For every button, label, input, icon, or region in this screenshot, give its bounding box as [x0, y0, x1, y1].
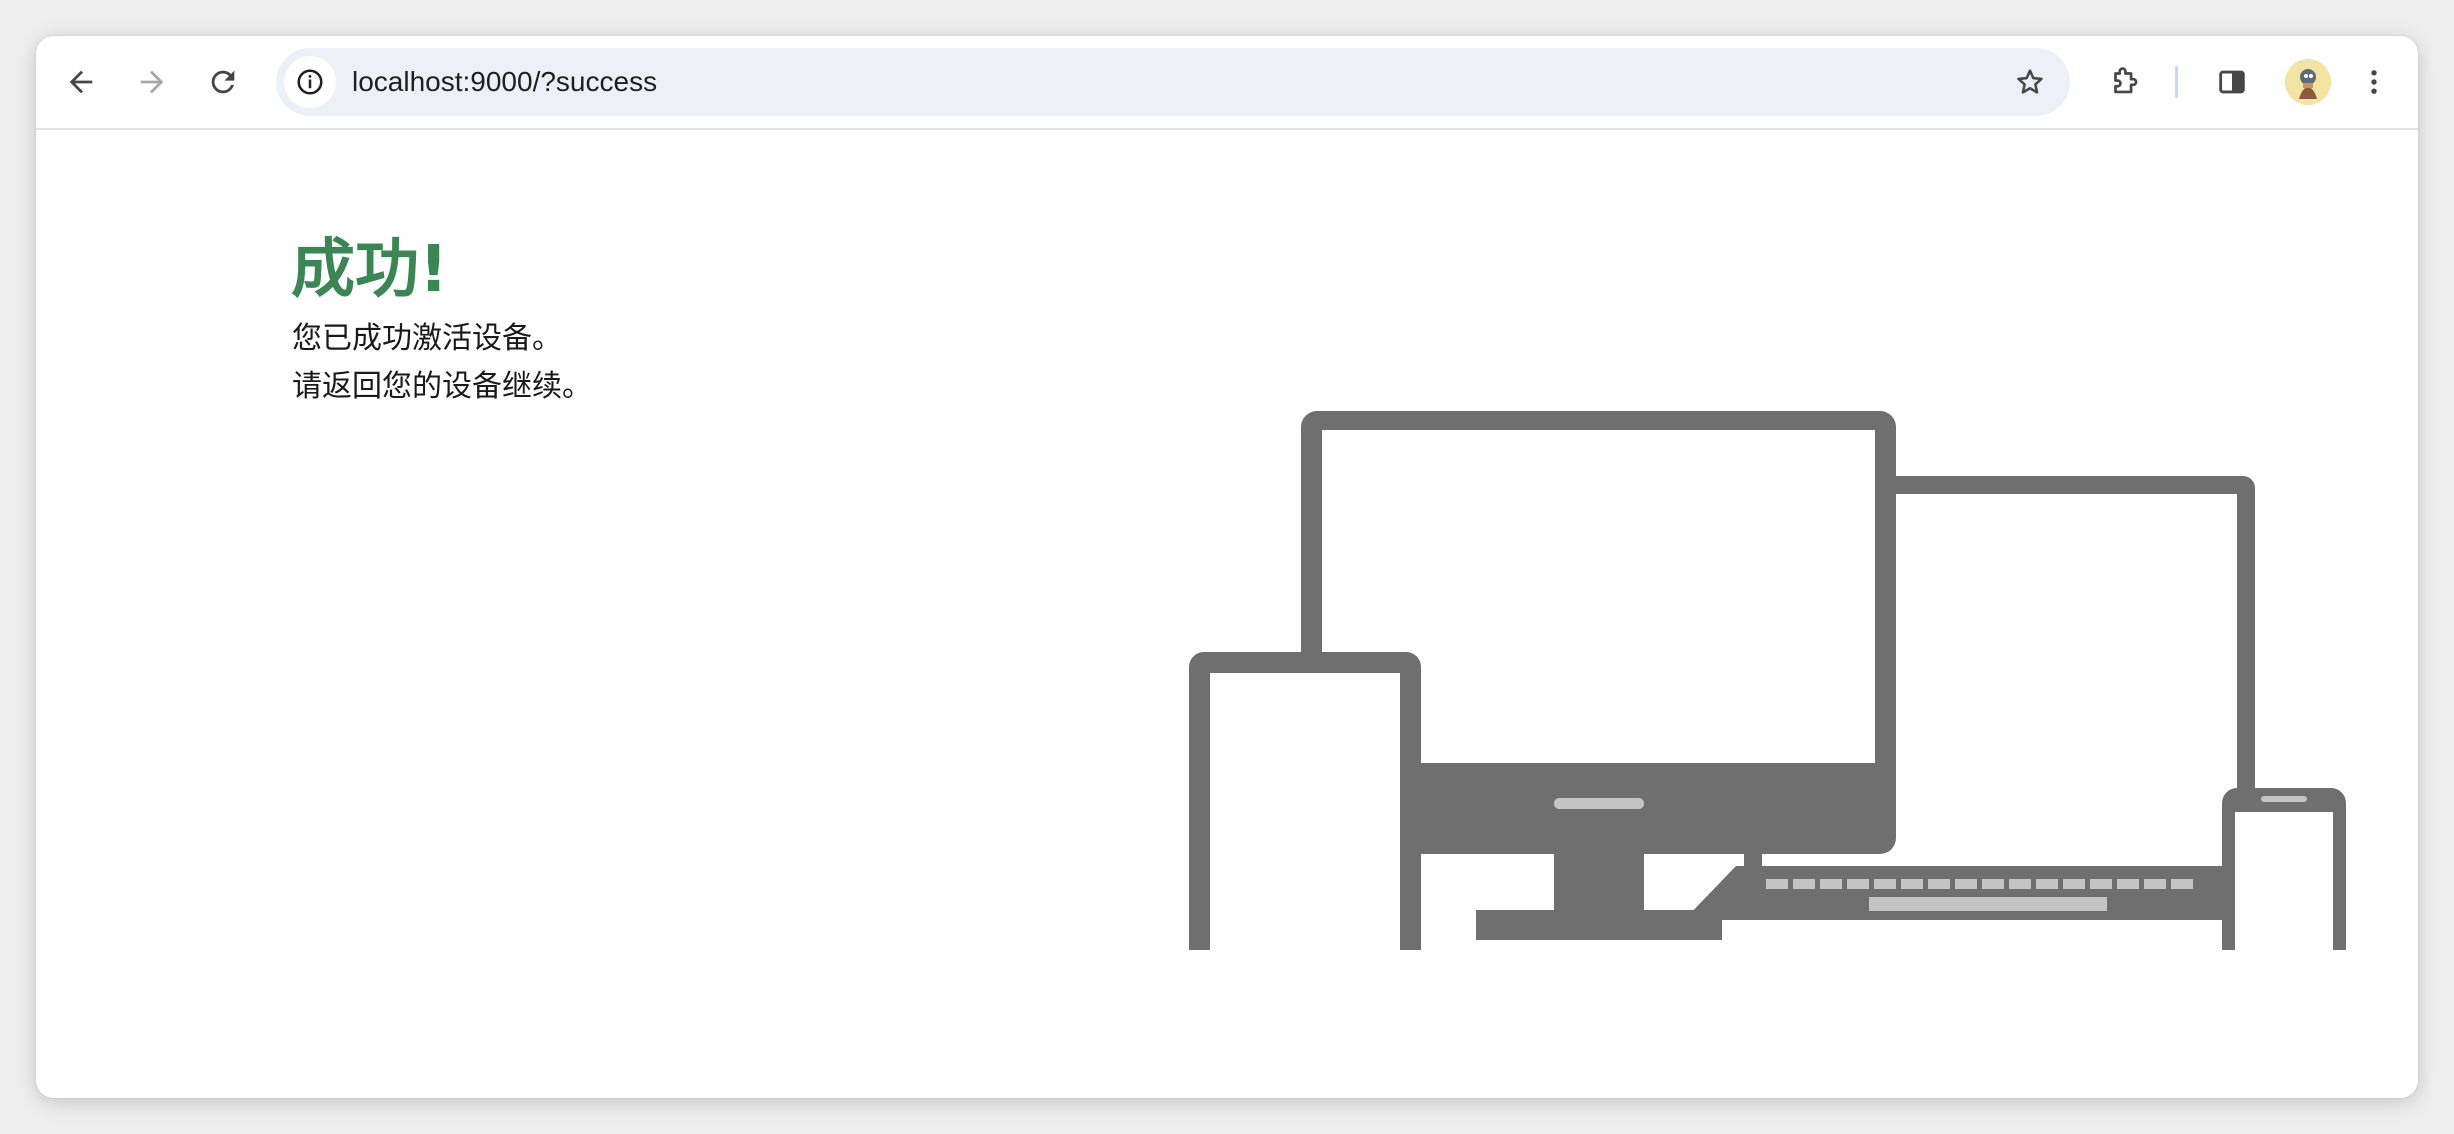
- tablet-icon: [1189, 652, 1421, 950]
- success-message: 您已成功激活设备。 请返回您的设备继续。: [292, 315, 592, 411]
- phone-icon: [2222, 788, 2346, 950]
- avatar[interactable]: [2285, 59, 2331, 105]
- url-text[interactable]: localhost:9000/?success: [352, 48, 657, 116]
- address-bar[interactable]: localhost:9000/?success: [276, 48, 2070, 116]
- reload-button[interactable]: [195, 54, 251, 110]
- browser-menu-button[interactable]: [2346, 54, 2402, 110]
- arrow-right-icon: [140, 70, 164, 94]
- browser-toolbar: localhost:9000/?success: [36, 36, 2418, 130]
- profile-avatar-icon: [2285, 59, 2331, 105]
- reload-icon: [211, 70, 235, 94]
- side-panel-button[interactable]: [2204, 54, 2260, 110]
- browser-window: localhost:9000/?success 成功! 您已成功激活设备。 请返…: [36, 36, 2418, 1098]
- extensions-button[interactable]: [2096, 54, 2152, 110]
- devices-illustration: [1189, 411, 2346, 950]
- page-content: 成功! 您已成功激活设备。 请返回您的设备继续。: [36, 130, 2418, 1098]
- site-info-button[interactable]: [284, 56, 336, 108]
- kebab-menu-icon: [2371, 70, 2377, 94]
- forward-button[interactable]: [124, 54, 180, 110]
- puzzle-icon: [2114, 67, 2138, 94]
- message-line-2: 请返回您的设备继续。: [292, 369, 592, 404]
- info-icon: [297, 69, 323, 95]
- star-icon: [2017, 69, 2043, 94]
- message-line-1: 您已成功激活设备。: [292, 321, 562, 356]
- arrow-left-icon: [69, 70, 93, 94]
- side-panel-icon: [2219, 70, 2245, 94]
- back-button[interactable]: [53, 54, 109, 110]
- page-title: 成功!: [291, 233, 449, 307]
- toolbar-divider: [2175, 66, 2178, 98]
- bookmark-button[interactable]: [2008, 60, 2052, 104]
